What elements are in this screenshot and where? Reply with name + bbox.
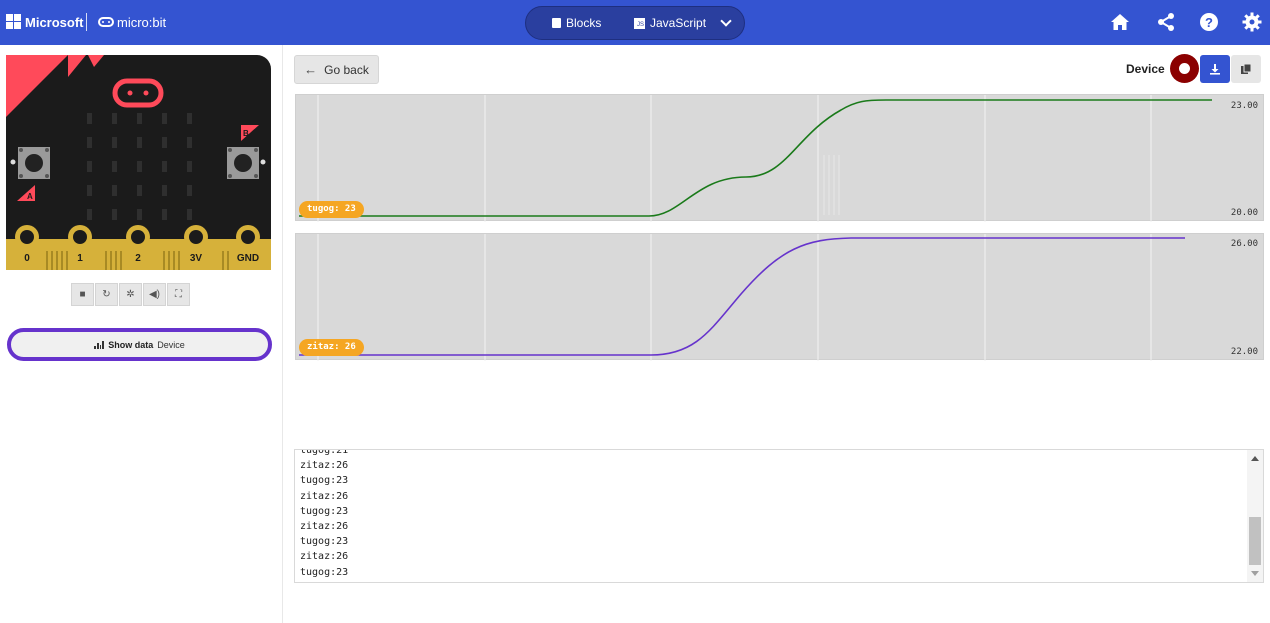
microsoft-logo-icon (6, 14, 21, 29)
mute-button[interactable]: ◀) (143, 283, 166, 306)
pin-label: 2 (135, 253, 141, 264)
console-scrollbar[interactable] (1247, 450, 1263, 582)
svg-text:A: A (27, 192, 33, 201)
serial-console[interactable]: tugog:21 zitaz:26 tugog:23 zitaz:26 tugo… (294, 449, 1264, 583)
download-button[interactable] (1200, 55, 1230, 83)
chart-zitaz: zitaz: 26 26.00 22.00 (295, 233, 1264, 361)
console-line: tugog:23 (300, 505, 349, 517)
console-line: tugog:21 (300, 449, 349, 456)
pin-label: 0 (24, 253, 30, 264)
show-data-source: Device (157, 339, 185, 350)
download-icon (1210, 64, 1220, 75)
series-line-zitaz (299, 237, 1185, 356)
record-button[interactable] (1170, 54, 1199, 83)
series-legend: zitaz: 26 (299, 339, 364, 356)
chart-tugog: tugog: 23 23.00 20.00 (295, 94, 1264, 222)
bar-chart-icon (94, 340, 105, 349)
pin-label: GND (237, 253, 259, 264)
scroll-up-icon[interactable] (1251, 456, 1259, 461)
console-line: tugog:23 (300, 475, 349, 487)
microbit-simulator[interactable]: A B 0 1 2 3V GND (6, 55, 271, 270)
stop-icon: ■ (79, 289, 86, 300)
restart-button[interactable]: ↻ (95, 283, 118, 306)
console-line: zitaz:26 (300, 490, 349, 502)
pin-label: 3V (190, 253, 203, 264)
series-line-tugog (299, 99, 1212, 217)
arrow-left-icon: ← (304, 62, 318, 77)
tab-javascript[interactable]: JS JavaScript (634, 16, 706, 30)
debug-button[interactable]: ✲ (119, 283, 142, 306)
home-icon[interactable] (1110, 12, 1130, 32)
scroll-down-icon[interactable] (1251, 571, 1259, 576)
copy-button[interactable] (1231, 55, 1261, 83)
editor-toggle: Blocks JS JavaScript (525, 6, 745, 40)
share-icon[interactable] (1156, 12, 1176, 32)
gear-icon[interactable] (1242, 12, 1262, 32)
fullscreen-icon: ⛶ (175, 289, 182, 300)
scroll-thumb[interactable] (1249, 517, 1261, 565)
console-line: zitaz:26 (300, 521, 349, 533)
simulator-pane: A B 0 1 2 3V GND ■ ↻ ✲ ◀) ⛶ Show data De… (0, 45, 283, 623)
console-line: zitaz:26 (300, 460, 349, 472)
console-line: tugog:23 (300, 536, 349, 548)
go-back-label: Go back (324, 62, 369, 77)
svg-text:?: ? (1205, 15, 1213, 30)
console-line: zitaz:26 (300, 551, 349, 563)
microsoft-brand[interactable]: Microsoft (25, 15, 84, 30)
console-output: tugog:21 zitaz:26 tugog:23 zitaz:26 tugo… (300, 449, 349, 580)
y-max-label: 23.00 (1230, 101, 1258, 111)
simulator-toolbar: ■ ↻ ✲ ◀) ⛶ (71, 283, 190, 307)
svg-text:B: B (243, 129, 249, 138)
device-label: Device (1126, 62, 1165, 76)
show-data-button[interactable]: Show data Device (7, 328, 272, 361)
show-data-label: Show data (108, 339, 154, 350)
copy-icon (1241, 63, 1252, 74)
y-min-label: 20.00 (1230, 208, 1258, 218)
tab-blocks-label: Blocks (566, 16, 602, 30)
restart-icon: ↻ (102, 289, 111, 300)
console-line: tugog:23 (300, 566, 349, 578)
record-icon (1179, 63, 1190, 74)
series-legend: tugog: 23 (299, 201, 364, 218)
brand-divider (86, 13, 87, 31)
chart-gridlines (317, 234, 1152, 361)
microbit-brand[interactable]: micro:bit (117, 15, 166, 30)
stop-button[interactable]: ■ (71, 283, 94, 306)
top-bar: Microsoft micro:bit Blocks JS JavaScript… (0, 0, 1270, 45)
help-icon[interactable]: ? (1199, 12, 1219, 32)
tab-blocks[interactable]: Blocks (552, 16, 601, 30)
javascript-icon: JS (634, 17, 645, 29)
pin-label: 1 (77, 253, 83, 264)
puzzle-icon (552, 18, 561, 28)
go-back-button[interactable]: ← Go back (294, 55, 379, 84)
chart-plot (299, 234, 1185, 361)
chart-gridlines (317, 95, 1152, 222)
chevron-down-icon[interactable] (720, 15, 732, 27)
microbit-logo-icon (98, 17, 114, 27)
sound-icon: ◀) (148, 289, 161, 300)
debug-icon: ✲ (126, 289, 135, 300)
chart-plot (299, 95, 1212, 222)
y-min-label: 22.00 (1230, 347, 1258, 357)
y-max-label: 26.00 (1230, 239, 1258, 249)
tab-javascript-label: JavaScript (650, 16, 707, 30)
fullscreen-button[interactable]: ⛶ (167, 283, 190, 306)
